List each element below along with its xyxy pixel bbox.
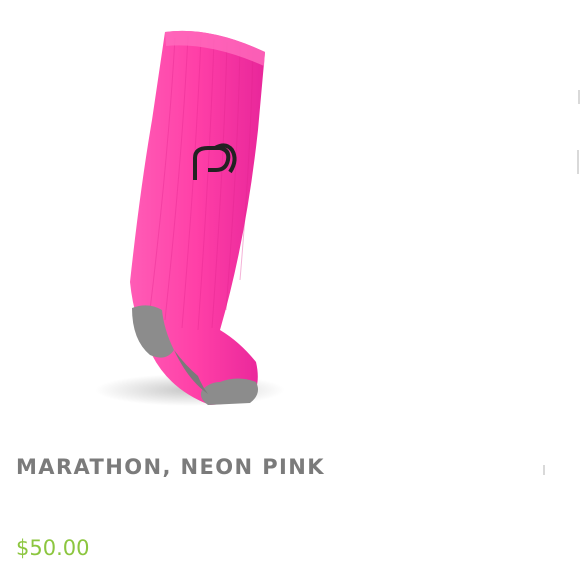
edge-artifact — [543, 465, 545, 475]
product-title[interactable]: MARATHON, NEON PINK — [16, 455, 325, 479]
edge-artifact — [577, 150, 579, 174]
product-price: $50.00 — [16, 536, 90, 560]
product-card[interactable]: MARATHON, NEON PINK $50.00 — [0, 0, 580, 580]
product-image[interactable] — [70, 10, 310, 420]
